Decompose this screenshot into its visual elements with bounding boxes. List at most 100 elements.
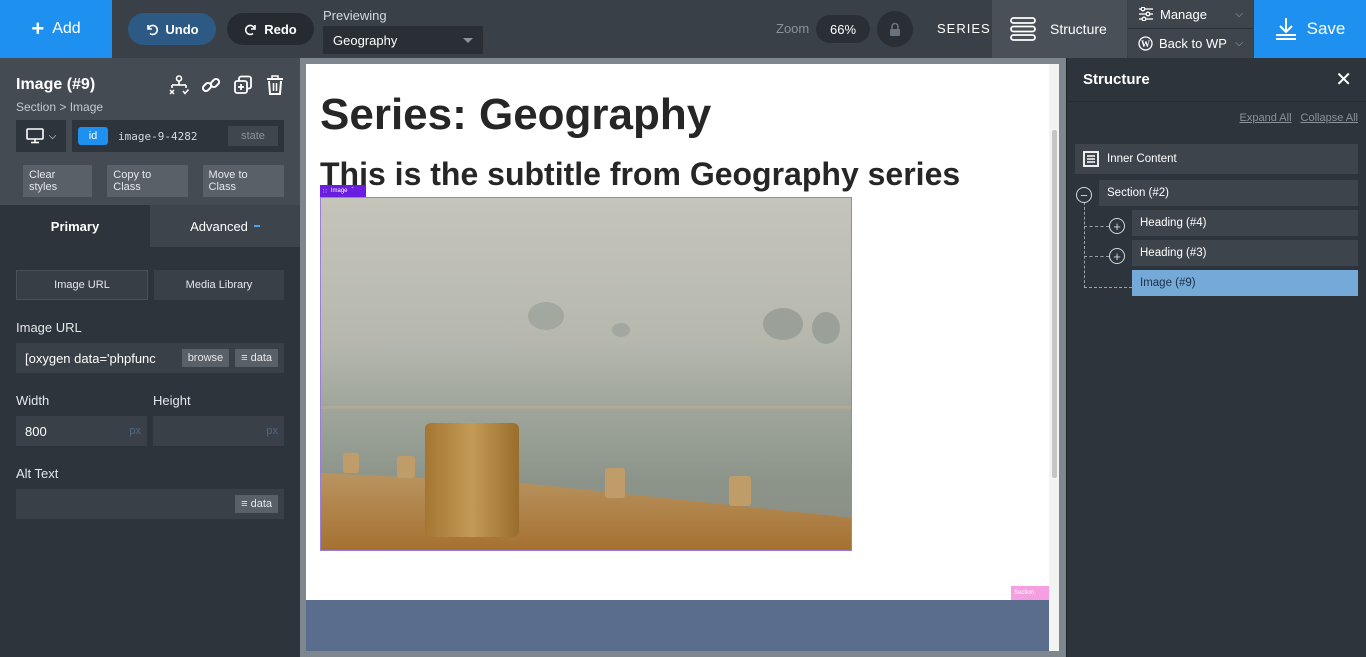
save-label: Save <box>1306 19 1346 38</box>
tab-advanced[interactable]: Advanced <box>150 205 300 247</box>
chevron-up-icon[interactable]: ˆ <box>352 188 354 194</box>
structure-panel: Structure ✕ Expand All Collapse All Inne… <box>1066 58 1366 657</box>
download-icon <box>1275 18 1296 40</box>
heading-subtitle[interactable]: This is the subtitle from Geography seri… <box>320 156 960 193</box>
dynamic-data-icon: ≡ <box>241 498 248 510</box>
selector-field[interactable]: id image-9-4282 state <box>72 120 284 152</box>
heading-series-title[interactable]: Series: Geography <box>320 90 711 140</box>
element-actions <box>168 74 286 96</box>
previewing-control: Previewing Geography <box>323 8 483 54</box>
top-toolbar: + Add Undo Redo Previewing Geography Zoo… <box>0 0 1366 58</box>
lock-icon <box>890 22 900 36</box>
previewing-value: Geography <box>333 32 398 48</box>
back-to-wp-menu[interactable]: W Back to WP ⌵ <box>1128 29 1253 58</box>
add-button[interactable]: + Add <box>0 0 112 58</box>
image-badge-label: Image <box>330 188 348 194</box>
page-preview[interactable]: Series: Geography This is the subtitle f… <box>306 64 1050 651</box>
data-button[interactable]: ≡ data <box>235 495 278 513</box>
selector-type-badge[interactable]: id <box>78 127 108 145</box>
save-button[interactable]: Save <box>1254 0 1366 58</box>
width-unit[interactable]: px <box>129 425 141 437</box>
device-select[interactable]: ⌵ <box>16 120 66 152</box>
hay-bale-image[interactable] <box>320 197 852 551</box>
structure-title: Structure <box>1083 71 1150 88</box>
image-source-toggle: Image URL Media Library <box>16 270 284 300</box>
tab-primary-label: Primary <box>50 218 100 234</box>
tree-connector <box>1084 202 1085 288</box>
previewing-select[interactable]: Geography <box>323 26 483 54</box>
breadcrumb[interactable]: Section > Image <box>16 100 284 114</box>
tree-item-heading-4[interactable]: Heading (#4) <box>1132 210 1358 236</box>
image-url-value[interactable]: [oxygen data='phpfunc <box>25 351 176 366</box>
browse-button[interactable]: browse <box>181 349 230 367</box>
tree-connector <box>1084 287 1132 288</box>
height-field[interactable]: px <box>153 416 284 446</box>
expand-icon[interactable]: + <box>1109 248 1125 264</box>
structure-label: Structure <box>1050 21 1107 37</box>
width-field[interactable]: 800 px <box>16 416 147 446</box>
redo-button[interactable]: Redo <box>227 13 314 45</box>
redo-icon <box>245 24 257 36</box>
selector-row: ⌵ id image-9-4282 state <box>16 120 284 152</box>
height-unit[interactable]: px <box>266 425 278 437</box>
image-url-field[interactable]: [oxygen data='phpfunc browse ≡ data <box>16 343 284 373</box>
tree-item-section[interactable]: Section (#2) <box>1099 180 1358 206</box>
image-element-badge[interactable]: ∷ Image ˆ <box>320 185 366 197</box>
image-url-label: Image URL <box>16 320 82 335</box>
tree-item-inner-content[interactable]: Inner Content <box>1075 144 1358 174</box>
minus-icon <box>253 225 260 227</box>
drag-handle-icon[interactable]: ∷ <box>323 188 327 195</box>
copy-to-class-button[interactable]: Copy to Class <box>107 165 188 197</box>
wordpress-icon: W <box>1138 36 1153 51</box>
width-value[interactable]: 800 <box>25 424 123 439</box>
duplicate-icon[interactable] <box>232 74 254 96</box>
tree-item-label: Inner Content <box>1107 153 1177 165</box>
series-label[interactable]: SERIES <box>937 21 991 36</box>
desktop-icon <box>25 128 44 144</box>
expand-all-link[interactable]: Expand All <box>1240 112 1292 144</box>
tree-item-image-9[interactable]: Image (#9) <box>1132 270 1358 296</box>
move-to-class-button[interactable]: Move to Class <box>202 165 284 197</box>
canvas-scrollbar[interactable] <box>1049 64 1059 651</box>
footer-section[interactable] <box>306 600 1050 651</box>
tab-primary[interactable]: Primary <box>0 205 150 247</box>
clear-styles-button[interactable]: Clear styles <box>23 165 93 197</box>
media-library-option[interactable]: Media Library <box>154 270 284 300</box>
image-url-option[interactable]: Image URL <box>16 270 148 300</box>
section-element-badge[interactable]: Section <box>1011 586 1049 600</box>
tree-item-heading-3[interactable]: Heading (#3) <box>1132 240 1358 266</box>
lock-button[interactable] <box>877 11 913 47</box>
data-label: data <box>250 352 272 364</box>
collapse-icon[interactable]: − <box>1076 187 1092 203</box>
manage-menu[interactable]: Manage ⌵ <box>1128 0 1253 29</box>
collapse-all-link[interactable]: Collapse All <box>1301 112 1358 144</box>
tree-connector <box>1084 226 1109 227</box>
redo-label: Redo <box>264 21 297 37</box>
undo-icon <box>147 24 159 36</box>
tree-item-label: Heading (#3) <box>1140 247 1207 259</box>
data-label: data <box>250 498 272 510</box>
selector-name: image-9-4282 <box>118 129 198 143</box>
section-badge-label: Section <box>1014 590 1035 596</box>
undo-button[interactable]: Undo <box>128 13 216 45</box>
expand-icon[interactable]: + <box>1109 218 1125 234</box>
hierarchy-icon[interactable] <box>168 74 190 96</box>
trash-icon[interactable] <box>264 74 286 96</box>
add-label: Add <box>52 20 81 37</box>
chevron-down-icon: ⌵ <box>48 130 57 142</box>
undo-label: Undo <box>165 21 199 37</box>
link-icon[interactable] <box>200 74 222 96</box>
data-button[interactable]: ≡ data <box>235 349 278 367</box>
zoom-value[interactable]: 66% <box>816 15 870 43</box>
alt-text-field[interactable]: ≡ data <box>16 489 284 519</box>
close-icon[interactable]: ✕ <box>1335 67 1352 92</box>
scrollbar-thumb[interactable] <box>1052 130 1057 478</box>
tab-advanced-label: Advanced <box>190 218 248 234</box>
previewing-label: Previewing <box>323 8 387 23</box>
properties-tabs: Primary Advanced <box>0 205 300 247</box>
element-header: Image (#9) Section > Image ⌵ id image-9-… <box>0 58 300 205</box>
tree-item-label: Heading (#4) <box>1140 217 1207 229</box>
state-button[interactable]: state <box>228 126 278 146</box>
landscape-photo <box>321 198 851 550</box>
structure-button[interactable]: Structure <box>992 0 1127 58</box>
